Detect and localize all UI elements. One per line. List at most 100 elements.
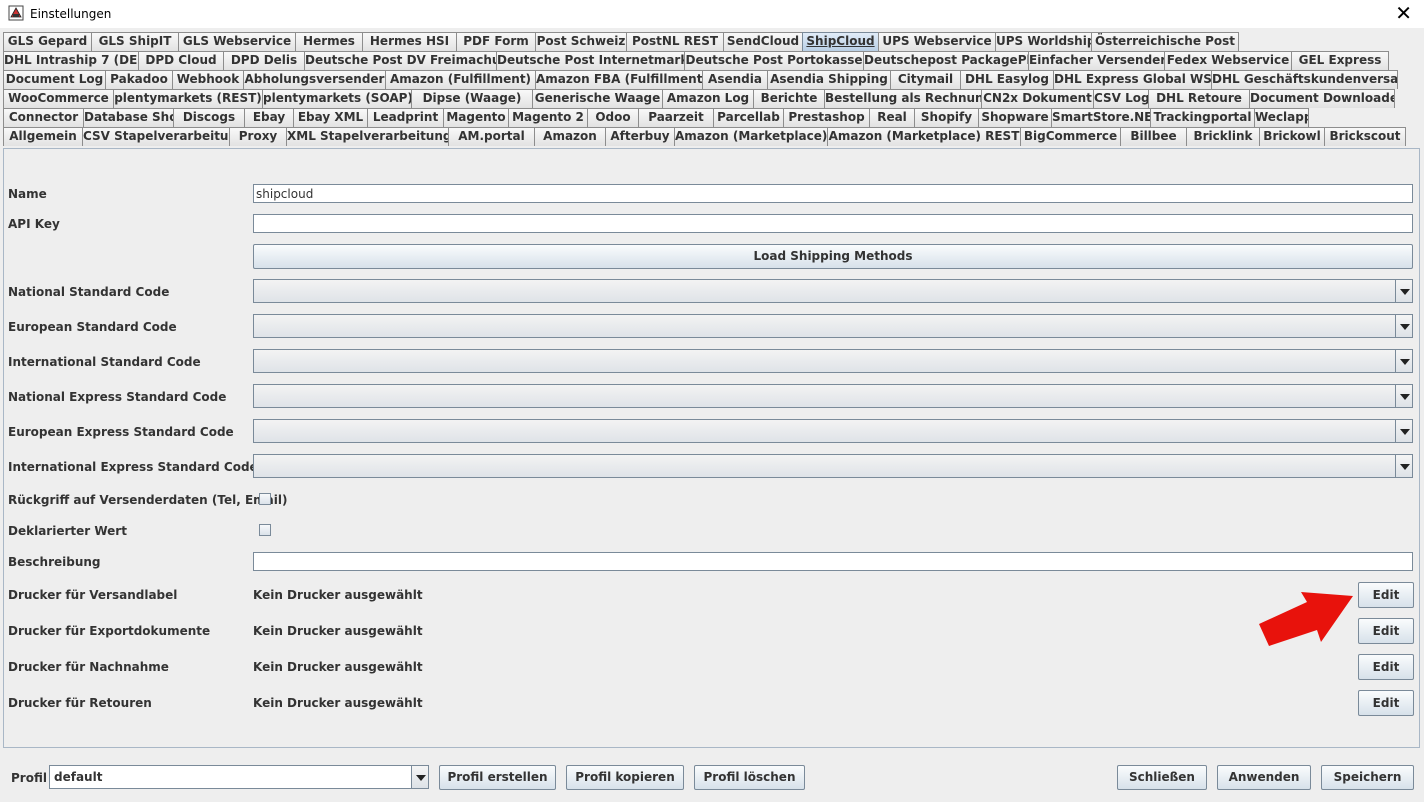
load-shipping-methods-button[interactable]: Load Shipping Methods	[253, 244, 1413, 269]
tab-deutsche-post-dv-freimachung[interactable]: Deutsche Post DV Freimachung	[304, 51, 497, 70]
name-input[interactable]	[253, 184, 1413, 203]
tab-plentymarkets-rest[interactable]: plentymarkets (REST)	[113, 89, 263, 108]
edit-printer-returns-button[interactable]: Edit	[1358, 690, 1414, 716]
tab-gls-gepard[interactable]: GLS Gepard	[3, 32, 92, 51]
tab-paarzeit[interactable]: Paarzeit	[638, 108, 714, 127]
tab-dhl-express-global-ws[interactable]: DHL Express Global WS	[1053, 70, 1212, 89]
tab-amazon-marketplace-rest[interactable]: Amazon (Marketplace) REST	[827, 127, 1021, 146]
european-express-select[interactable]	[253, 419, 1413, 443]
tab-amazon-fba-fulfillment[interactable]: Amazon FBA (Fulfillment)	[535, 70, 703, 89]
chevron-down-icon[interactable]	[411, 766, 428, 788]
chevron-down-icon[interactable]	[1395, 280, 1412, 302]
tab-ups-worldship[interactable]: UPS Worldship	[995, 32, 1092, 51]
tab-shipcloud[interactable]: ShipCloud	[802, 32, 879, 51]
tab-dhl-geschäftskundenversand[interactable]: DHL Geschäftskundenversand	[1211, 70, 1398, 89]
tab-real[interactable]: Real	[869, 108, 915, 127]
tab-hermes[interactable]: Hermes	[295, 32, 363, 51]
chevron-down-icon[interactable]	[1395, 455, 1412, 477]
tab-magento[interactable]: Magento	[443, 108, 509, 127]
tab-shopify[interactable]: Shopify	[914, 108, 979, 127]
tab-plentymarkets-soap[interactable]: plentymarkets (SOAP)	[262, 89, 412, 108]
tab-connector[interactable]: Connector	[3, 108, 84, 127]
tab-asendia-shipping[interactable]: Asendia Shipping	[767, 70, 891, 89]
tab-österreichische-post[interactable]: Österreichische Post	[1091, 32, 1239, 51]
chevron-down-icon[interactable]	[1395, 315, 1412, 337]
tab-bricklink[interactable]: Bricklink	[1186, 127, 1260, 146]
tab-trackingportal[interactable]: Trackingportal	[1150, 108, 1255, 127]
chevron-down-icon[interactable]	[1395, 350, 1412, 372]
tab-brickowl[interactable]: Brickowl	[1259, 127, 1325, 146]
tab-am-portal[interactable]: AM.portal	[448, 127, 535, 146]
tab-deutsche-post-portokasse[interactable]: Deutsche Post Portokasse	[684, 51, 864, 70]
tab-bestellung-als-rechnung[interactable]: Bestellung als Rechnung	[824, 89, 982, 108]
tab-pakadoo[interactable]: Pakadoo	[105, 70, 173, 89]
chevron-down-icon[interactable]	[1395, 385, 1412, 407]
tab-dhl-easylog[interactable]: DHL Easylog	[960, 70, 1054, 89]
tab-dpd-delis[interactable]: DPD Delis	[223, 51, 305, 70]
tab-asendia[interactable]: Asendia	[702, 70, 768, 89]
tab-amazon-fulfillment[interactable]: Amazon (Fulfillment)	[385, 70, 536, 89]
tab-ups-webservice[interactable]: UPS Webservice	[878, 32, 996, 51]
tab-einfacher-versender[interactable]: Einfacher Versender	[1028, 51, 1165, 70]
national-standard-select[interactable]	[253, 279, 1413, 303]
tab-bigcommerce[interactable]: BigCommerce	[1020, 127, 1121, 146]
tab-amazon-log[interactable]: Amazon Log	[662, 89, 754, 108]
tab-amazon[interactable]: Amazon	[534, 127, 606, 146]
tab-xml-stapelverarbeitung[interactable]: XML Stapelverarbeitung	[286, 127, 449, 146]
tab-deutsche-post-internetmarke[interactable]: Deutsche Post Internetmarke	[496, 51, 685, 70]
create-profile-button[interactable]: Profil erstellen	[439, 765, 556, 790]
tab-hermes-hsi[interactable]: Hermes HSI	[362, 32, 457, 51]
tab-discogs[interactable]: Discogs	[173, 108, 245, 127]
fallback-sender-checkbox[interactable]	[259, 493, 271, 505]
tab-parcellab[interactable]: Parcellab	[713, 108, 784, 127]
api-key-input[interactable]	[253, 214, 1413, 233]
tab-odoo[interactable]: Odoo	[587, 108, 639, 127]
tab-document-downloader[interactable]: Document Downloader	[1249, 89, 1395, 108]
tab-post-schweiz[interactable]: Post Schweiz	[535, 32, 627, 51]
tab-sendcloud[interactable]: SendCloud	[723, 32, 803, 51]
tab-gls-webservice[interactable]: GLS Webservice	[178, 32, 296, 51]
tab-afterbuy[interactable]: Afterbuy	[605, 127, 675, 146]
tab-fedex-webservice[interactable]: Fedex Webservice	[1164, 51, 1292, 70]
national-express-select[interactable]	[253, 384, 1413, 408]
tab-dhl-intraship-7-de[interactable]: DHL Intraship 7 (DE)	[3, 51, 139, 70]
tab-allgemein[interactable]: Allgemein	[3, 127, 83, 146]
tab-cn2x-dokument[interactable]: CN2x Dokument	[981, 89, 1094, 108]
tab-postnl-rest[interactable]: PostNL REST	[626, 32, 724, 51]
tab-woocommerce[interactable]: WooCommerce	[3, 89, 114, 108]
tab-smartstore-net[interactable]: SmartStore.NET	[1051, 108, 1151, 127]
tab-ebay[interactable]: Ebay	[244, 108, 294, 127]
tab-shopware[interactable]: Shopware	[978, 108, 1052, 127]
copy-profile-button[interactable]: Profil kopieren	[566, 765, 684, 790]
tab-deutschepost-packageplus[interactable]: Deutschepost PackagePlus	[863, 51, 1029, 70]
profile-select[interactable]: default	[49, 765, 429, 789]
tab-leadprint[interactable]: Leadprint	[367, 108, 444, 127]
description-input[interactable]	[253, 552, 1413, 571]
tab-dipse-waage[interactable]: Dipse (Waage)	[411, 89, 533, 108]
tab-berichte[interactable]: Berichte	[753, 89, 825, 108]
tab-ebay-xml[interactable]: Ebay XML	[293, 108, 368, 127]
close-icon[interactable]: ✕	[1395, 2, 1412, 24]
edit-printer-export-button[interactable]: Edit	[1358, 618, 1414, 644]
tab-generische-waage[interactable]: Generische Waage	[532, 89, 663, 108]
tab-weclapp[interactable]: Weclapp	[1254, 108, 1309, 127]
tab-webhook[interactable]: Webhook	[172, 70, 244, 89]
edit-printer-cod-button[interactable]: Edit	[1358, 654, 1414, 680]
delete-profile-button[interactable]: Profil löschen	[694, 765, 805, 790]
tab-amazon-marketplace[interactable]: Amazon (Marketplace)	[674, 127, 828, 146]
international-standard-select[interactable]	[253, 349, 1413, 373]
tab-billbee[interactable]: Billbee	[1120, 127, 1187, 146]
tab-dhl-retoure[interactable]: DHL Retoure	[1148, 89, 1250, 108]
tab-abholungsversender[interactable]: Abholungsversender	[243, 70, 386, 89]
chevron-down-icon[interactable]	[1395, 420, 1412, 442]
european-standard-select[interactable]	[253, 314, 1413, 338]
close-button[interactable]: Schließen	[1117, 765, 1207, 790]
tab-gls-shipit[interactable]: GLS ShipIT	[91, 32, 179, 51]
tab-document-log[interactable]: Document Log	[3, 70, 106, 89]
tab-gel-express[interactable]: GEL Express	[1291, 51, 1389, 70]
tab-citymail[interactable]: Citymail	[890, 70, 961, 89]
tab-pdf-form[interactable]: PDF Form	[456, 32, 536, 51]
save-button[interactable]: Speichern	[1321, 765, 1414, 790]
tab-brickscout[interactable]: Brickscout	[1324, 127, 1406, 146]
tab-prestashop[interactable]: Prestashop	[783, 108, 870, 127]
